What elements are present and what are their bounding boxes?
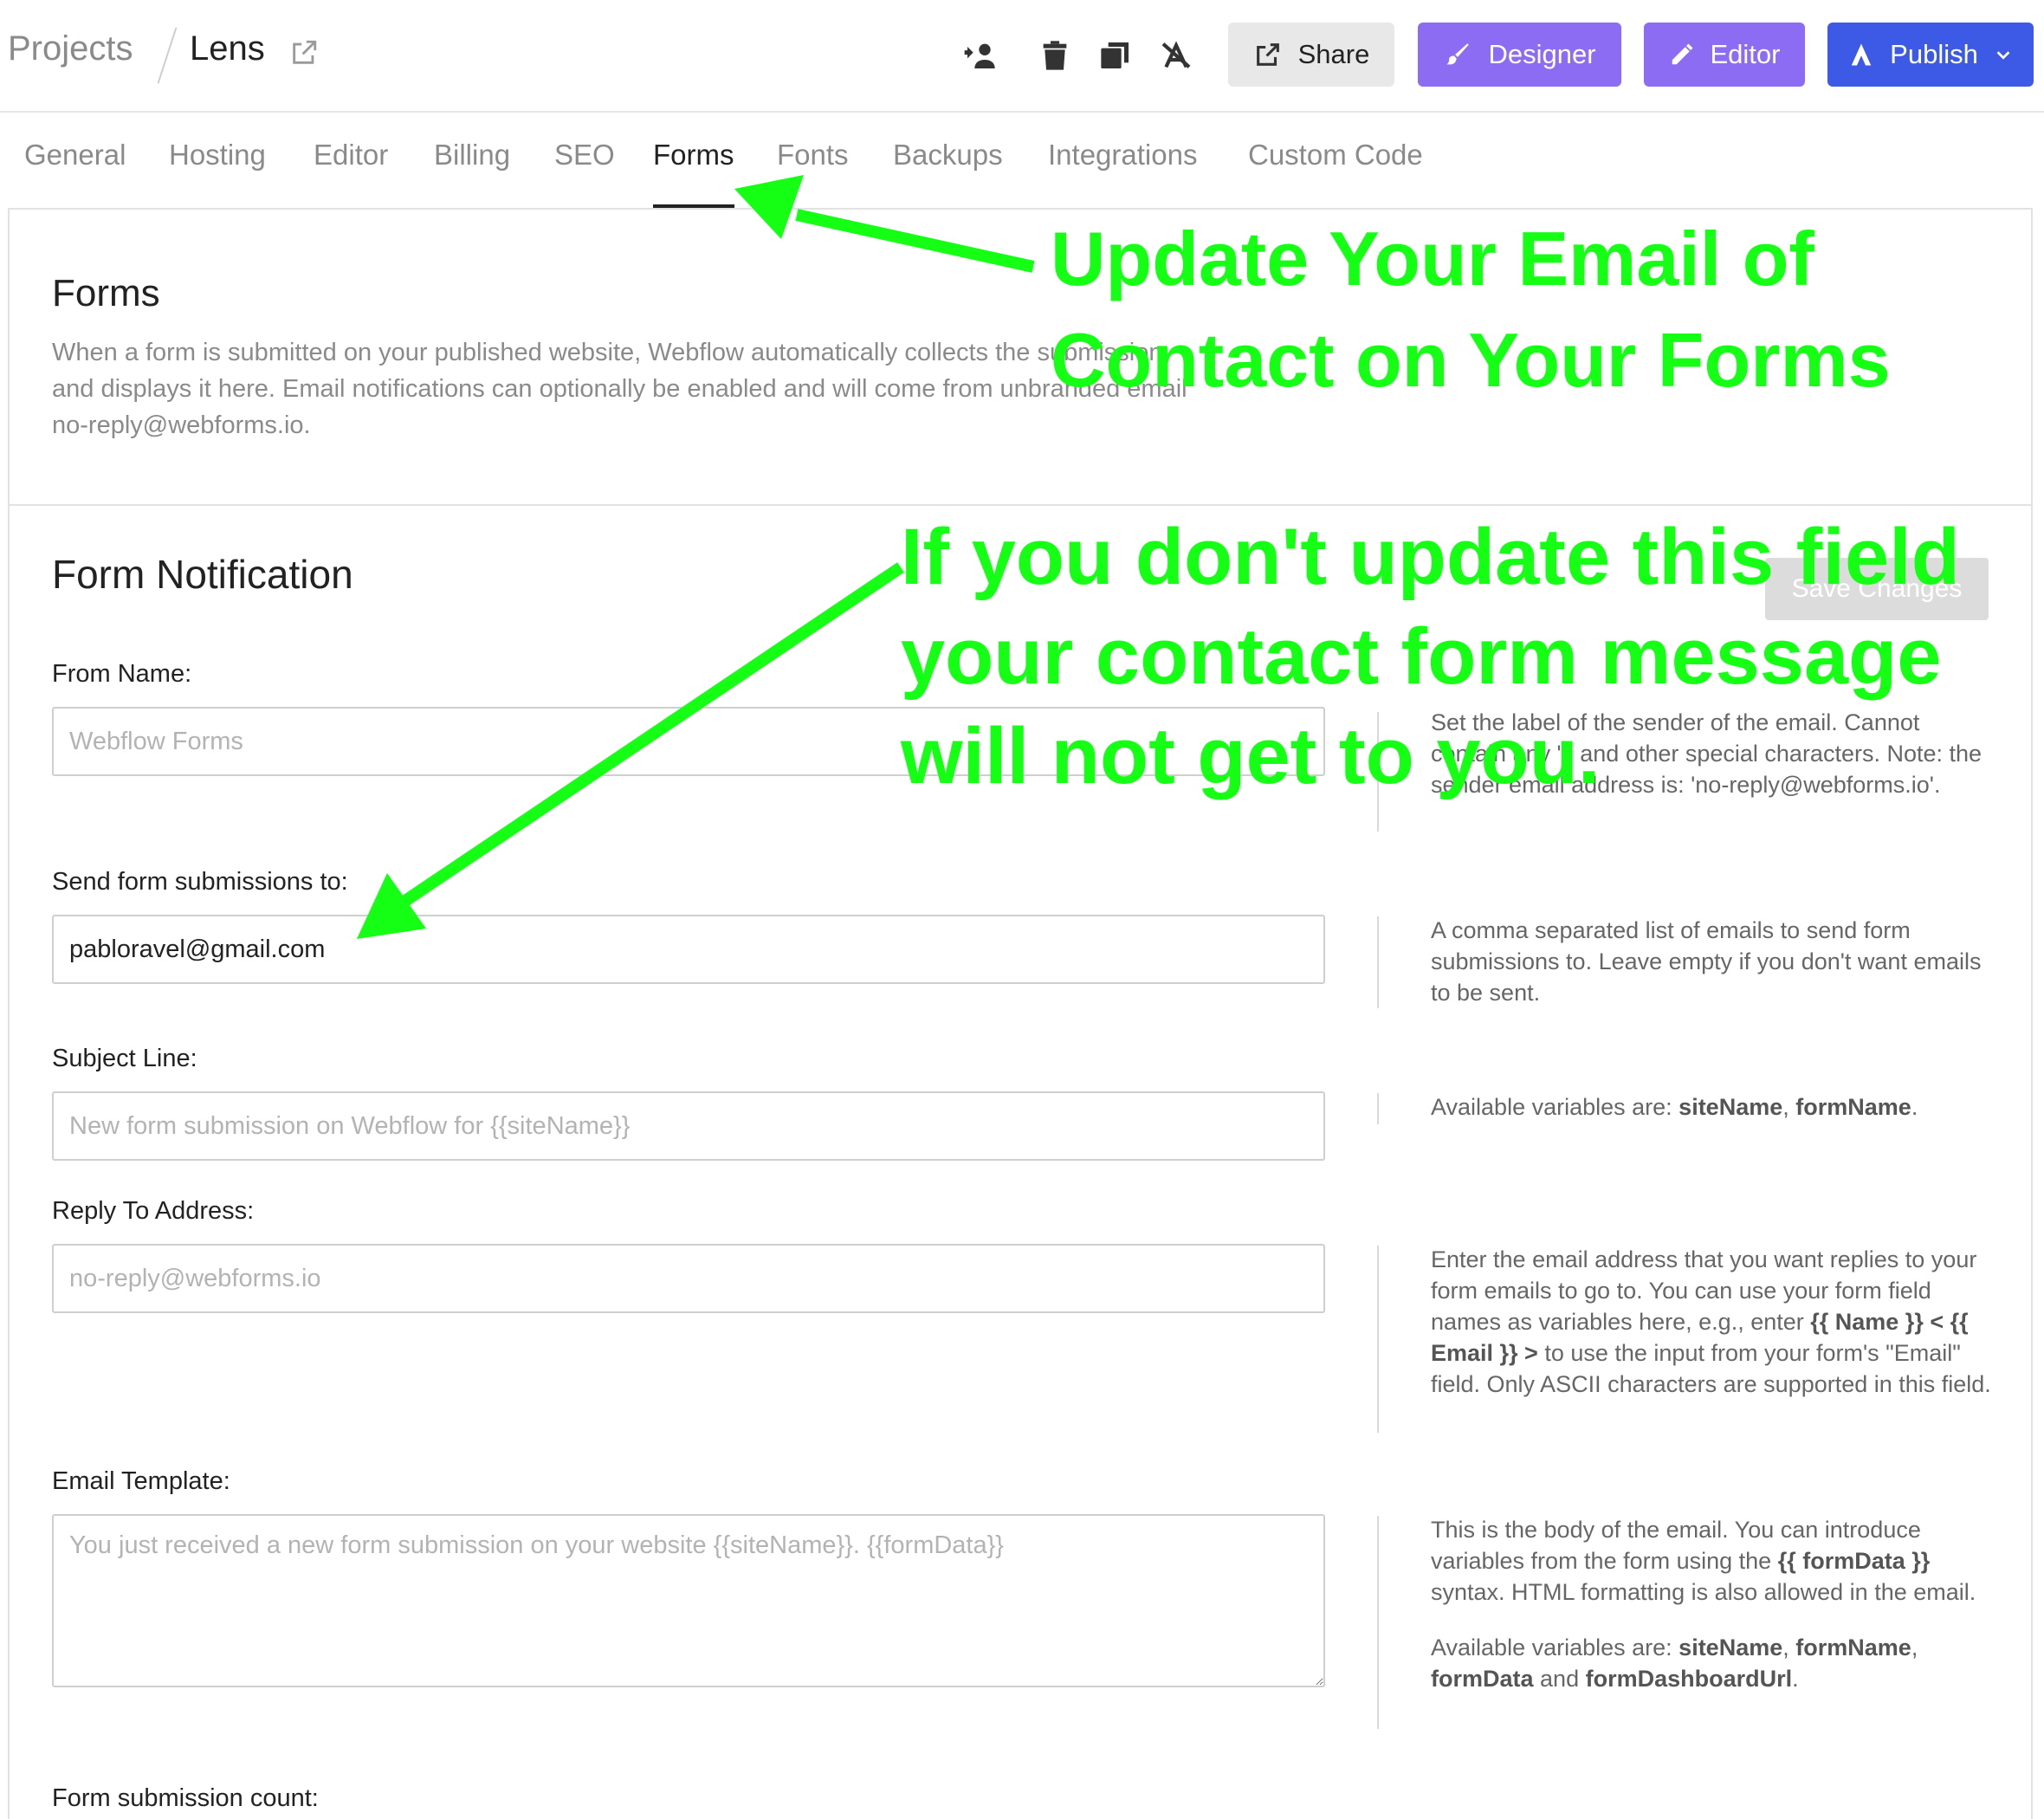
editor-label: Editor [1710, 39, 1781, 69]
publish-icon [1851, 43, 1872, 66]
email-template-textarea[interactable] [52, 1514, 1325, 1687]
trash-icon[interactable] [1038, 38, 1072, 73]
unpublish-icon[interactable] [1159, 38, 1193, 73]
help-divider [1377, 1246, 1379, 1433]
send-to-input[interactable] [52, 915, 1325, 984]
tab-integrations[interactable]: Integrations [1048, 139, 1197, 172]
help-divider [1377, 916, 1379, 1008]
publish-button[interactable]: Publish [1827, 23, 2034, 87]
breadcrumb-separator [154, 26, 158, 85]
editor-button[interactable]: Editor [1644, 23, 1805, 87]
reply-to-help: Enter the email address that you want re… [1431, 1246, 1991, 1397]
tab-billing[interactable]: Billing [434, 139, 510, 172]
tab-editor[interactable]: Editor [314, 139, 388, 172]
designer-label: Designer [1488, 39, 1596, 69]
tab-backups[interactable]: Backups [893, 139, 1003, 172]
share-label: Share [1297, 39, 1370, 69]
email-template-help: This is the body of the email. You can i… [1431, 1514, 1994, 1719]
publish-label: Publish [1890, 39, 1978, 69]
template-help-variables: Available variables are: siteName, formN… [1431, 1635, 1918, 1692]
external-link-icon[interactable] [289, 38, 319, 68]
send-to-label: Send form submissions to: [52, 868, 348, 896]
annotation-warning: If you don't update this field your cont… [901, 513, 1960, 800]
breadcrumb-site: Lens [190, 29, 265, 68]
subject-help: Available variables are: siteName, formN… [1431, 1094, 1918, 1120]
from-name-label: From Name: [52, 660, 192, 688]
tab-hosting[interactable]: Hosting [169, 139, 266, 172]
forms-description: When a form is submitted on your publish… [52, 339, 1187, 439]
share-button[interactable]: Share [1228, 23, 1394, 87]
tab-forms[interactable]: Forms [653, 139, 734, 172]
tab-fonts[interactable]: Fonts [777, 139, 849, 172]
brush-icon [1446, 43, 1470, 65]
designer-button[interactable]: Designer [1418, 23, 1621, 87]
template-help-body: This is the body of the email. You can i… [1431, 1517, 1976, 1605]
tab-custom-code[interactable]: Custom Code [1248, 139, 1423, 172]
help-divider [1377, 1516, 1379, 1729]
pencil-icon [1672, 43, 1692, 65]
breadcrumb-projects[interactable]: Projects [8, 29, 133, 68]
form-notification-heading: Form Notification [52, 552, 353, 597]
top-bar: Projects Lens Share Designer Editor Publ… [0, 0, 2044, 113]
chevron-down-icon[interactable] [1994, 45, 2013, 64]
subject-input[interactable] [52, 1091, 1325, 1161]
submission-count-label: Form submission count: [52, 1784, 319, 1812]
tab-general[interactable]: General [24, 139, 126, 172]
subject-label: Subject Line: [52, 1045, 197, 1072]
transfer-user-icon[interactable] [963, 38, 998, 73]
annotation-update-email: Update Your Email of Contact on Your For… [1051, 216, 1891, 403]
duplicate-icon[interactable] [1098, 38, 1133, 73]
send-to-help: A comma separated list of emails to send… [1431, 917, 1982, 1006]
share-icon [1256, 43, 1279, 66]
forms-heading: Forms [52, 272, 160, 314]
reply-to-input[interactable] [52, 1244, 1325, 1313]
reply-to-label: Reply To Address: [52, 1197, 255, 1225]
help-divider [1377, 1093, 1379, 1124]
tab-seo[interactable]: SEO [554, 139, 615, 172]
section-divider [8, 504, 2033, 506]
email-template-label: Email Template: [52, 1467, 230, 1495]
